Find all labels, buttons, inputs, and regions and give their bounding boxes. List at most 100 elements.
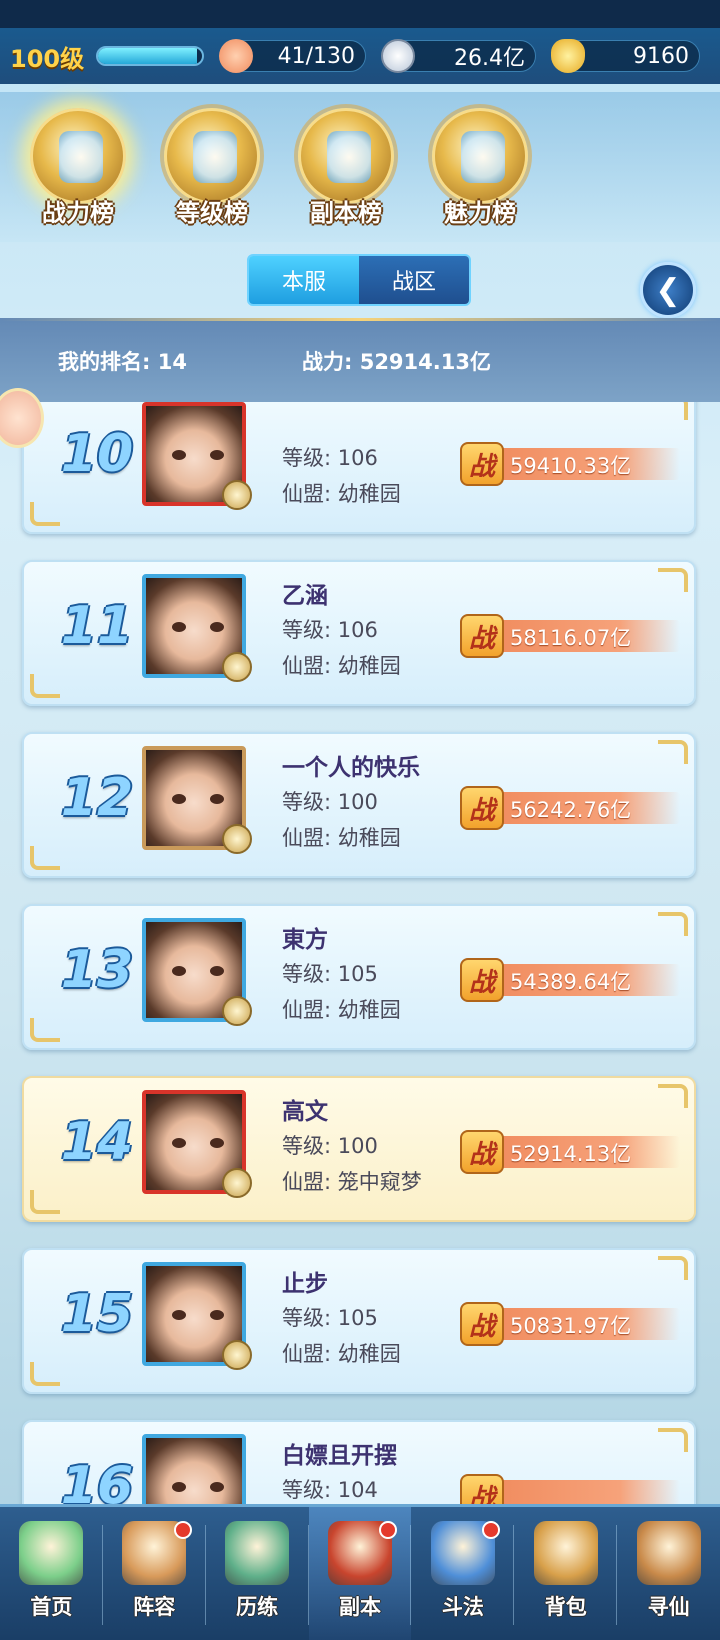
power-display: 战 58116.07亿	[460, 614, 682, 658]
star-emblem-icon	[298, 108, 394, 204]
gold-ingot-icon	[551, 39, 585, 73]
xp-bar	[96, 46, 204, 66]
player-guild: 仙盟: 幼稚园	[282, 998, 401, 1022]
nav-battle-sword[interactable]: 斗法	[411, 1507, 515, 1640]
my-rank-text: 我的排名: 14	[58, 350, 187, 374]
nav-label: 斗法	[441, 1595, 484, 1619]
player-name: 白嫖且开摆	[282, 1443, 397, 1469]
rank-row[interactable]: 10 等级: 106 仙盟: 幼稚园 战 59410.33亿	[12, 402, 706, 542]
peach-icon	[219, 39, 253, 73]
drum-emblem-icon	[164, 108, 260, 204]
nav-dungeon-gate[interactable]: 副本	[308, 1507, 412, 1640]
divider	[0, 318, 720, 321]
card-corner-ornament	[658, 1256, 688, 1280]
card-corner-ornament	[30, 1018, 60, 1042]
nav-seek-immortal-scroll[interactable]: 寻仙	[617, 1507, 720, 1640]
player-level-text: 等级: 100	[282, 790, 378, 814]
avatar-face	[172, 1482, 224, 1492]
top-strip	[0, 0, 720, 28]
power-display: 战 54389.64亿	[460, 958, 682, 1002]
my-power-text: 战力: 52914.13亿	[302, 350, 491, 374]
battle-power-icon: 战	[460, 1130, 504, 1174]
my-rank-bar: 我的排名: 14 战力: 52914.13亿	[0, 318, 720, 402]
rank-tabs: 战力榜 等级榜 副本榜 魅力榜	[0, 92, 720, 242]
notification-dot	[173, 1521, 192, 1539]
player-name: 高文	[282, 1099, 328, 1125]
card-corner-ornament	[658, 740, 688, 764]
rank-number: 15	[60, 1284, 134, 1344]
player-name: 乙涵	[282, 583, 328, 609]
nav-training-beast[interactable]: 历练	[206, 1507, 309, 1640]
rank-row[interactable]: 15 止步 等级: 105 仙盟: 幼稚园 战 50831.97亿	[12, 1240, 706, 1402]
avatar-face	[172, 794, 224, 804]
power-value: 59410.33亿	[510, 454, 632, 478]
nav-home-island[interactable]: 首页	[0, 1507, 103, 1640]
power-display: 战 56242.76亿	[460, 786, 682, 830]
card-corner-ornament	[658, 568, 688, 592]
peach-value: 41/130	[277, 43, 355, 69]
tab-label: 魅力榜	[444, 199, 516, 227]
heart-emblem-icon	[432, 108, 528, 204]
nav-lineup-scroll[interactable]: 阵容	[103, 1507, 206, 1640]
sword-emblem-icon	[30, 108, 126, 204]
player-level-text: 等级: 105	[282, 1306, 378, 1330]
card-corner-ornament	[658, 402, 688, 420]
gold-resource[interactable]: 9160	[551, 39, 700, 73]
player-name: 東方	[282, 927, 328, 953]
rank-row[interactable]: 16 白嫖且开摆 等级: 104 战	[12, 1412, 706, 1504]
rank-number: 11	[60, 596, 134, 656]
tab-power-rank[interactable]: 战力榜	[18, 100, 138, 230]
notification-dot	[482, 1521, 501, 1539]
back-arrow-icon: ❮	[655, 272, 681, 308]
tab-label: 等级榜	[176, 199, 248, 227]
rank-badge-icon	[222, 824, 252, 854]
rank-badge-icon	[222, 652, 252, 682]
notification-dot	[379, 1521, 398, 1539]
tab-charm-rank[interactable]: 魅力榜	[420, 100, 540, 230]
seek-immortal-scroll-icon	[636, 1521, 701, 1585]
rank-badge-icon	[222, 1168, 252, 1198]
power-value: 50831.97亿	[510, 1314, 632, 1338]
training-beast-icon	[225, 1521, 290, 1585]
player-level-text: 等级: 106	[282, 446, 378, 470]
rank-row[interactable]: 11 乙涵 等级: 106 仙盟: 幼稚园 战 58116.07亿	[12, 552, 706, 714]
gold-value: 9160	[633, 43, 689, 69]
card-corner-ornament	[30, 674, 60, 698]
power-display: 战 50831.97亿	[460, 1302, 682, 1346]
rank-number: 10	[60, 424, 134, 484]
tab-label: 战力榜	[42, 199, 114, 227]
bag-icon	[533, 1521, 598, 1585]
player-level-text: 等级: 105	[282, 962, 378, 986]
tab-level-rank[interactable]: 等级榜	[152, 100, 272, 230]
back-button[interactable]: ❮	[640, 262, 696, 318]
card-corner-ornament	[658, 912, 688, 936]
battle-power-icon: 战	[460, 442, 504, 486]
rank-badge-icon	[222, 480, 252, 510]
peach-resource[interactable]: 41/130	[219, 39, 366, 73]
card-corner-ornament	[30, 1362, 60, 1386]
segment-zone[interactable]: 战区	[359, 256, 469, 304]
coin-resource[interactable]: 26.4亿	[381, 39, 536, 73]
rank-row[interactable]: 12 一个人的快乐 等级: 100 仙盟: 幼稚园 战 56242.76亿	[12, 724, 706, 886]
ranking-list[interactable]: 10 等级: 106 仙盟: 幼稚园 战 59410.33亿 11 乙涵 等级:…	[0, 402, 720, 1504]
power-display: 战 52914.13亿	[460, 1130, 682, 1174]
xp-fill	[98, 48, 197, 64]
nav-bag[interactable]: 背包	[514, 1507, 618, 1640]
rank-row[interactable]: 13 東方 等级: 105 仙盟: 幼稚园 战 54389.64亿	[12, 896, 706, 1058]
segment-server[interactable]: 本服	[249, 256, 359, 304]
power-value: 52914.13亿	[510, 1142, 632, 1166]
player-guild: 仙盟: 幼稚园	[282, 482, 401, 506]
bottom-nav: 首页 阵容 历练 副本 斗法 背包 寻仙	[0, 1504, 720, 1640]
avatar-face	[172, 622, 224, 632]
power-value: 56242.76亿	[510, 798, 632, 822]
tab-dungeon-rank[interactable]: 副本榜	[286, 100, 406, 230]
player-name: 一个人的快乐	[282, 755, 420, 781]
battle-power-icon: 战	[460, 786, 504, 830]
player-guild: 仙盟: 幼稚园	[282, 826, 401, 850]
nav-label: 背包	[544, 1595, 587, 1619]
card-corner-ornament	[30, 502, 60, 526]
player-avatar[interactable]	[142, 1434, 246, 1504]
rank-row[interactable]: 14 高文 等级: 100 仙盟: 笼中窥梦 战 52914.13亿	[12, 1068, 706, 1230]
card-corner-ornament	[658, 1428, 688, 1452]
rank-badge-icon	[222, 1340, 252, 1370]
